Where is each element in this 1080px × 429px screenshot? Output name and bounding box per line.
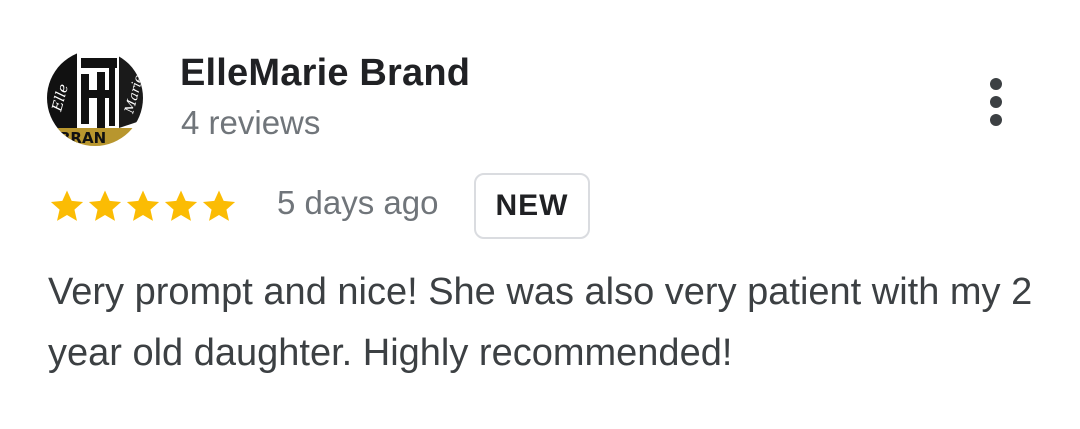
avatar[interactable]: Elle Marie BRAN: [47, 50, 143, 146]
star-icon: [202, 190, 236, 221]
review-date: 5 days ago: [277, 184, 439, 221]
ellemarie-logo-icon: Elle Marie BRAN: [47, 50, 143, 146]
more-vertical-icon-dot: [990, 96, 1002, 108]
star-icon: [164, 190, 198, 221]
new-badge: NEW: [474, 173, 590, 239]
review-card: Elle Marie BRAN ElleMarie Brand 4 review…: [0, 0, 1080, 429]
svg-text:BRAN: BRAN: [59, 129, 106, 146]
star-icon: [88, 190, 122, 221]
more-vertical-icon: [990, 78, 1002, 90]
review-count[interactable]: 4 reviews: [181, 104, 320, 142]
more-options-button[interactable]: [974, 70, 1018, 134]
star-rating: [48, 186, 238, 226]
star-icon: [50, 190, 84, 221]
review-text: Very prompt and nice! She was also very …: [48, 271, 1033, 374]
star-icon: [126, 190, 160, 221]
reviewer-name[interactable]: ElleMarie Brand: [180, 52, 470, 95]
more-vertical-icon-dot: [990, 114, 1002, 126]
